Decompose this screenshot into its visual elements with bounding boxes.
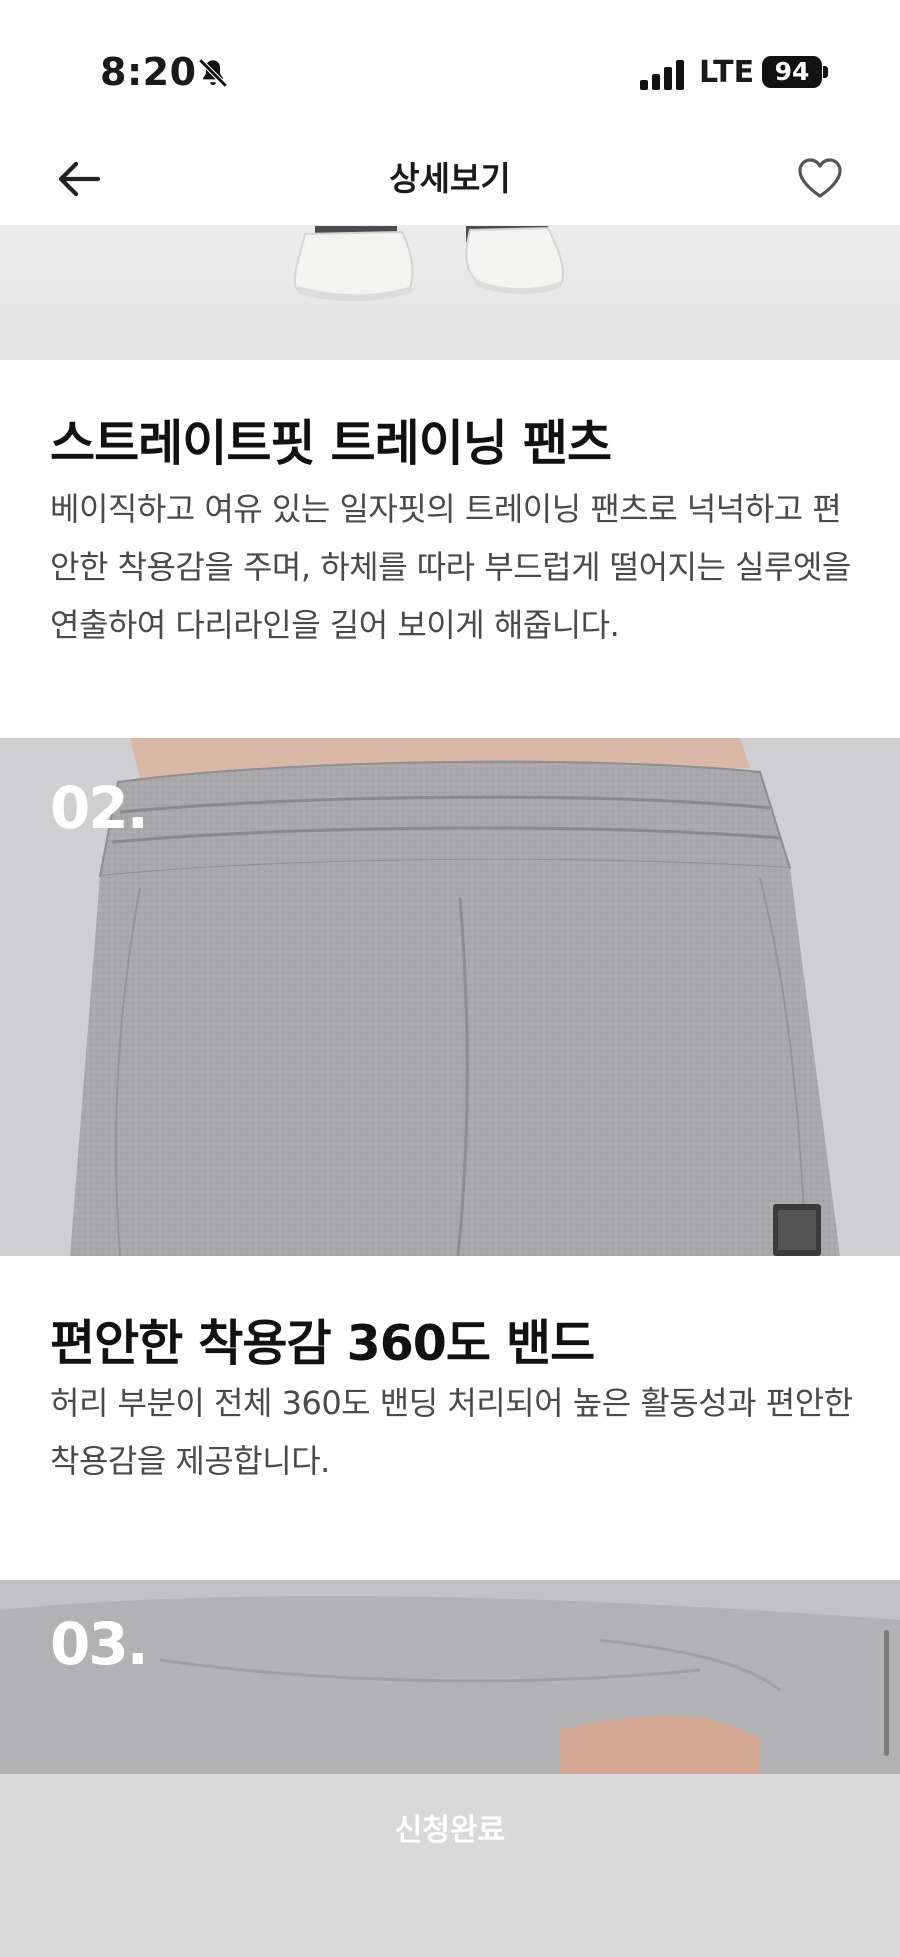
heart-icon[interactable]	[796, 156, 844, 200]
feature-section-1: 스트레이트핏 트레이닝 팬츠 베이직하고 여유 있는 일자핏의 트레이닝 팬츠로…	[0, 360, 900, 738]
feature-2-title: 편안한 착용감 360도 밴드	[50, 1315, 595, 1372]
bell-off-icon	[198, 58, 228, 88]
product-photo-feet	[0, 226, 900, 360]
nav-bar: 상세보기	[0, 130, 900, 226]
network-type: LTE	[699, 55, 755, 90]
cellular-signal-icon	[640, 60, 684, 90]
apply-complete-button[interactable]: 신청완료	[0, 1774, 900, 1880]
detail-content[interactable]: 스트레이트핏 트레이닝 팬츠 베이직하고 여유 있는 일자핏의 트레이닝 팬츠로…	[0, 226, 900, 1774]
feature-1-title: 스트레이트핏 트레이닝 팬츠	[50, 415, 612, 472]
step-number-02: 02.	[50, 774, 149, 842]
status-time: 8:20	[100, 50, 197, 94]
bottom-action-bar: 신청완료	[0, 1774, 900, 1957]
status-bar: 8:20 LTE 94	[0, 0, 900, 130]
feature-2-description: 허리 부분이 전체 360도 밴딩 처리되어 높은 활동성과 편안한 착용감을 …	[50, 1384, 853, 1480]
feature-1-description: 베이직하고 여유 있는 일자핏의 트레이닝 팬츠로 넉넉하고 편안한 착용감을 …	[50, 490, 851, 644]
feature-section-2: 편안한 착용감 360도 밴드 허리 부분이 전체 360도 밴딩 처리되어 높…	[0, 1256, 900, 1580]
battery-tip	[823, 66, 828, 78]
step-number-03: 03.	[50, 1610, 149, 1678]
scroll-indicator[interactable]	[884, 1630, 889, 1756]
battery-icon: 94	[762, 56, 822, 88]
sneakers-image	[294, 226, 564, 302]
product-photo-waistband: 02.	[0, 738, 900, 1256]
product-photo-sweatshirt: 03.	[0, 1580, 900, 1774]
page-title: 상세보기	[389, 159, 511, 198]
